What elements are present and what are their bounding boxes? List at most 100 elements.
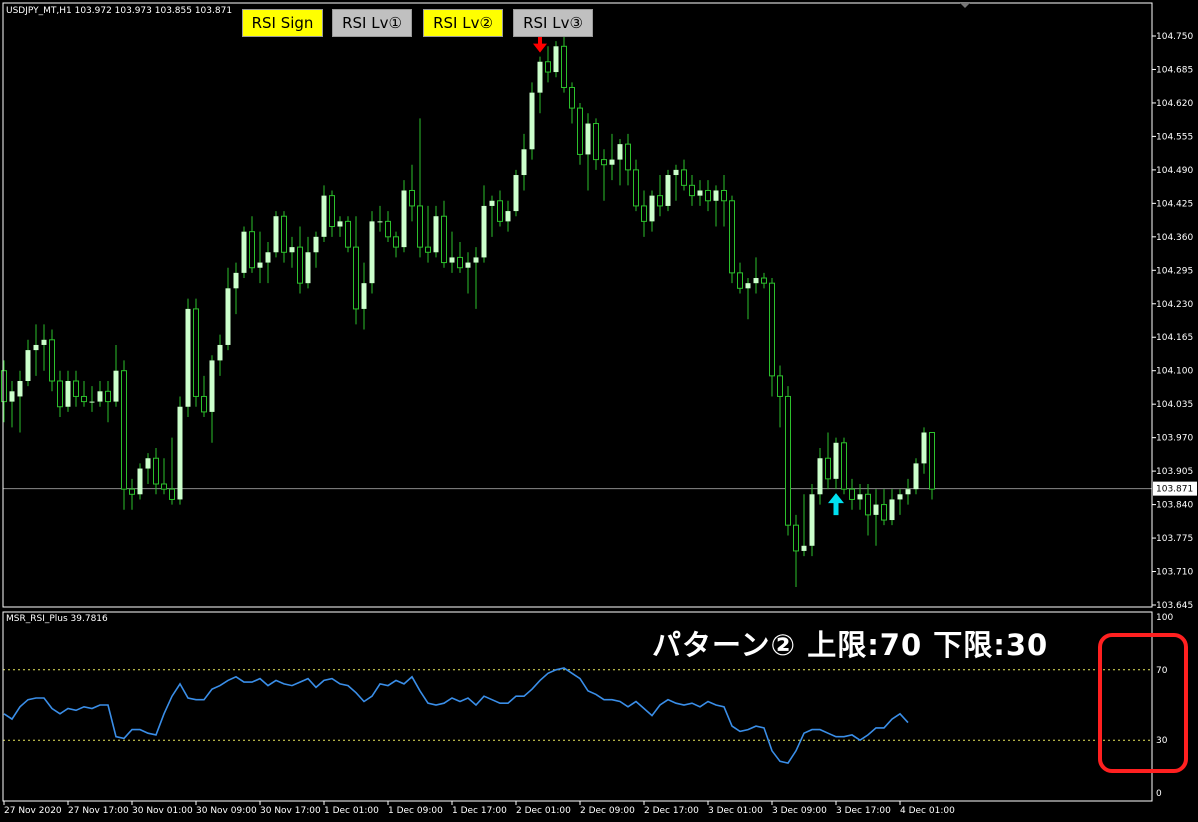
price-tick-label: 104.230 [1156,300,1193,310]
candle-body-bull [473,257,479,263]
candle-body-bull [449,257,455,263]
candle-body-bull [609,159,615,165]
rsi-lv3-button[interactable]: RSI Lv③ [513,9,593,37]
time-tick-label: 1 Dec 01:00 [324,806,379,816]
candle-body-bear [881,504,887,521]
time-tick-label: 27 Nov 2020 [4,806,62,816]
candle-body-bull [665,175,671,206]
time-tick-label: 1 Dec 17:00 [452,806,507,816]
candle-body-bull [185,308,191,407]
candle-body-bear [425,246,431,253]
candle-body-bull [889,499,895,521]
candle-body-bull [17,381,23,397]
rsi-lv1-button[interactable]: RSI Lv① [332,9,412,37]
candle-body-bull [401,190,407,248]
candle-body-bull [617,144,623,160]
candle-body-bear [849,488,855,500]
candle-body-bull [137,468,143,495]
candle-body-bull [537,61,543,93]
rsi-tick-label: 100 [1156,613,1173,623]
candle-body-bull [377,221,383,223]
time-tick-label: 2 Dec 01:00 [516,806,571,816]
rsi-tick-label: 0 [1156,789,1162,799]
time-tick-label: 2 Dec 17:00 [644,806,699,816]
candle-body-bear [169,488,175,500]
candle-body-bull [89,401,95,403]
candle-body-bear [545,61,551,73]
candle-body-bull [321,195,327,237]
candle-body-bear [417,205,423,248]
price-tick-label: 103.970 [1156,434,1193,444]
candle-body-bull [809,494,815,546]
candle-body-bear [793,524,799,552]
time-tick-label: 30 Nov 09:00 [196,806,257,816]
candle-body-bull [801,545,807,551]
candle-body-bull [241,231,247,273]
price-panel-border [2,2,1153,608]
candle-body-bear [329,195,335,228]
candle-body-bear [785,395,791,526]
candle-body-bull [225,288,231,345]
candle-body-bear [441,215,447,264]
price-tick-label: 104.295 [1156,266,1193,276]
candle-body-bull [753,278,759,284]
candle-body-bear [769,282,775,377]
time-tick-label: 3 Dec 17:00 [836,806,891,816]
candle-body-bull [489,200,495,206]
candle-body-bull [553,46,559,73]
candle-body-bear [121,370,127,490]
candle-body-bull [25,350,31,382]
candle-body-bull [465,262,471,268]
price-tick-label: 104.685 [1156,65,1193,75]
price-tick-label: 104.165 [1156,333,1193,343]
time-tick-label: 2 Dec 09:00 [580,806,635,816]
candle-body-bear [705,189,711,202]
time-tick-label: 3 Dec 09:00 [772,806,827,816]
candle-body-bull [921,432,927,464]
candle-body-bear [385,220,391,238]
price-tick-label: 104.425 [1156,199,1193,209]
rsi-lv2-button[interactable]: RSI Lv② [423,9,503,37]
candle-body-bull [313,236,319,253]
candle-body-bull [113,370,119,402]
candle-body-bear [561,45,567,88]
candle-body-bear [593,123,599,161]
symbol-info-label: USDJPY_MT,H1 103.972 103.973 103.855 103… [6,6,233,16]
candle-body-bull [745,283,751,289]
candle-body-bull [585,123,591,155]
candle-body-bull [481,205,487,258]
window-shift-marker [960,3,970,8]
candle-body-bear [729,200,735,274]
rsi-sign-button[interactable]: RSI Sign [242,9,323,37]
candle-body-bear [393,236,399,248]
candle-body-bull [217,344,223,361]
candle-body-bear [929,431,935,490]
candle-body-bull [873,504,879,515]
candle-body-bull [65,381,71,407]
candle-body-bear [353,246,359,310]
candle-body-bear [657,195,663,207]
candle-body-bull [209,360,215,412]
candle-body-bull [33,344,39,351]
price-tick-label: 103.645 [1156,601,1193,611]
candle-body-bear [57,380,63,408]
price-tick-label: 104.035 [1156,400,1193,410]
price-tick-label: 104.620 [1156,99,1193,109]
candle-body-bull [233,272,239,289]
candle-body-bear [641,205,647,222]
time-tick-label: 27 Nov 17:00 [68,806,129,816]
price-tick-label: 103.840 [1156,501,1193,511]
candle-body-bear [497,200,503,222]
time-tick-label: 4 Dec 01:00 [900,806,955,816]
price-chart [1,17,1152,587]
rsi-tick-label: 30 [1156,736,1168,746]
candle-body-bear [73,380,79,397]
candle-body-bear [297,246,303,284]
pattern-annotation: パターン② 上限:70 下限:30 [652,628,1049,662]
candle-body-bull [713,190,719,201]
price-tick-label: 104.490 [1156,166,1193,176]
price-tick-label: 103.905 [1156,467,1193,477]
candle-body-bull [41,339,47,345]
candle-body-bear [105,390,111,403]
candle-body-bull [833,442,839,479]
